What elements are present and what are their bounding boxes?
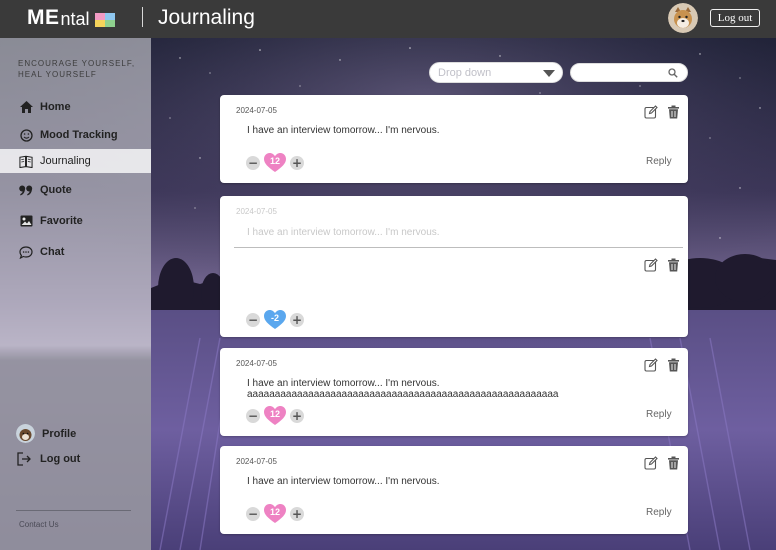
logout-icon xyxy=(17,452,31,466)
search-input[interactable] xyxy=(579,66,667,80)
header-divider xyxy=(142,7,143,27)
journal-entry-card-editing: 2024-07-05 I have an interview tomorrow.… xyxy=(220,196,688,337)
sidebar-item-label: Chat xyxy=(40,246,65,258)
entry-edit-input[interactable]: I have an interview tomorrow... I'm nerv… xyxy=(247,227,440,238)
increment-button[interactable]: + xyxy=(290,409,304,423)
entry-date: 2024-07-05 xyxy=(236,207,277,216)
vote-control: − 12 + xyxy=(246,406,304,426)
logo-block xyxy=(104,12,115,20)
sidebar-item-label: Mood Tracking xyxy=(40,129,118,141)
search-box xyxy=(570,63,688,82)
heart-icon: 12 xyxy=(264,153,286,173)
contact-us-link[interactable]: Contact Us xyxy=(19,520,59,529)
decrement-button[interactable]: − xyxy=(246,409,260,423)
trash-icon[interactable] xyxy=(667,358,680,372)
edit-underline xyxy=(234,247,683,248)
heart-icon: 12 xyxy=(264,406,286,426)
entry-date: 2024-07-05 xyxy=(236,106,277,115)
user-avatar[interactable] xyxy=(668,3,698,33)
page-title: Journaling xyxy=(158,6,255,29)
entry-text: I have an interview tomorrow... I'm nerv… xyxy=(247,378,559,400)
trash-icon[interactable] xyxy=(667,105,680,119)
logout-label: Log out xyxy=(40,453,81,465)
decrement-button[interactable]: − xyxy=(246,507,260,521)
like-count: 12 xyxy=(269,156,280,166)
tagline: ENCOURAGE YOURSELF, HEAL YOURSELF xyxy=(18,59,136,79)
sidebar-divider xyxy=(16,510,131,511)
entry-text: I have an interview tomorrow... I'm nerv… xyxy=(247,476,440,487)
heart-icon: -2 xyxy=(264,310,286,330)
journal-entry-card: 2024-07-05 I have an interview tomorrow.… xyxy=(220,446,688,534)
trash-icon[interactable] xyxy=(667,258,680,272)
caret-down-icon xyxy=(543,70,555,77)
header-logout-button[interactable]: Log out xyxy=(710,9,760,27)
sidebar-item-chat[interactable]: Chat xyxy=(0,240,151,264)
app-logo[interactable]: ME ntal xyxy=(27,6,115,29)
sidebar-item-label: Journaling xyxy=(40,155,91,167)
logo-light-text: ntal xyxy=(60,9,90,29)
dog-avatar-icon xyxy=(668,3,698,33)
sidebar-item-label: Quote xyxy=(40,184,72,196)
sidebar-item-profile[interactable]: Profile xyxy=(16,424,76,443)
smiley-icon xyxy=(19,128,33,142)
filter-dropdown[interactable]: Drop down xyxy=(429,62,563,83)
decrement-button[interactable]: − xyxy=(246,313,260,327)
sidebar-item-favorite[interactable]: Favorite xyxy=(0,209,151,233)
logo-block xyxy=(104,19,115,27)
edit-icon[interactable] xyxy=(644,358,658,372)
like-count: 12 xyxy=(269,409,280,419)
sidebar-item-label: Favorite xyxy=(40,215,83,227)
entry-date: 2024-07-05 xyxy=(236,359,277,368)
vote-control: − -2 + xyxy=(246,310,304,330)
home-icon xyxy=(19,100,33,114)
profile-avatar xyxy=(16,424,35,443)
logo-block xyxy=(94,12,105,20)
logo-block xyxy=(94,19,105,27)
vote-control: − 12 + xyxy=(246,504,304,524)
edit-icon[interactable] xyxy=(644,456,658,470)
edit-icon[interactable] xyxy=(644,105,658,119)
entry-text: I have an interview tomorrow... I'm nerv… xyxy=(247,125,440,136)
sidebar-item-home[interactable]: Home xyxy=(0,95,151,119)
journal-entry-card: 2024-07-05 I have an interview tomorrow.… xyxy=(220,95,688,183)
profile-label: Profile xyxy=(42,427,77,440)
increment-button[interactable]: + xyxy=(290,156,304,170)
quote-icon xyxy=(19,183,33,197)
trash-icon[interactable] xyxy=(667,456,680,470)
sidebar-item-quote[interactable]: Quote xyxy=(0,178,151,202)
sidebar-item-label: Home xyxy=(40,101,71,113)
vote-control: − 12 + xyxy=(246,153,304,173)
journal-icon xyxy=(19,154,33,168)
heart-icon: 12 xyxy=(264,504,286,524)
search-icon[interactable] xyxy=(668,68,678,78)
entry-date: 2024-07-05 xyxy=(236,457,277,466)
logo-blocks-icon xyxy=(94,12,115,27)
sidebar-item-mood-tracking[interactable]: Mood Tracking xyxy=(0,123,151,147)
sidebar: ENCOURAGE YOURSELF, HEAL YOURSELF Home M… xyxy=(0,38,151,550)
dropdown-placeholder: Drop down xyxy=(438,67,492,79)
top-bar: ME ntal Journaling Log out xyxy=(0,0,776,38)
dog-avatar-icon xyxy=(16,424,35,443)
journal-entry-card: 2024-07-05 I have an interview tomorrow.… xyxy=(220,348,688,436)
reply-button[interactable]: Reply xyxy=(646,156,672,167)
reply-button[interactable]: Reply xyxy=(646,409,672,420)
increment-button[interactable]: + xyxy=(290,313,304,327)
increment-button[interactable]: + xyxy=(290,507,304,521)
sidebar-item-journaling[interactable]: Journaling xyxy=(0,149,151,173)
edit-icon[interactable] xyxy=(644,258,658,272)
logo-strong-text: ME xyxy=(27,6,60,29)
image-icon xyxy=(19,214,33,228)
like-count: 12 xyxy=(269,507,280,517)
sidebar-logout-button[interactable]: Log out xyxy=(17,452,80,466)
like-count: -2 xyxy=(270,313,279,323)
chat-icon xyxy=(19,245,33,259)
reply-button[interactable]: Reply xyxy=(646,507,672,518)
decrement-button[interactable]: − xyxy=(246,156,260,170)
